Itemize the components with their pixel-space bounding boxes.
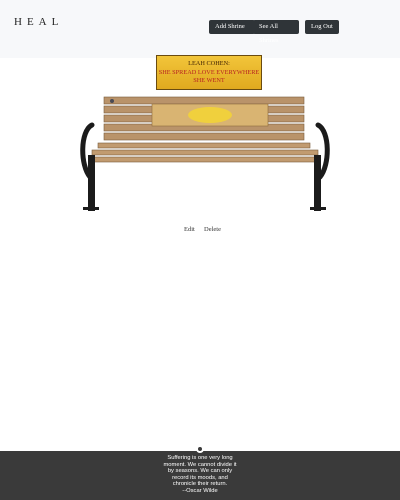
- quote-line: chronicle their return.: [172, 481, 228, 488]
- quote-line: by seasons. We can only: [167, 468, 233, 475]
- quote-text: Suffering is one very long moment. We ca…: [160, 455, 240, 495]
- header: HEAL Add Shrine See All Shrines Log Out: [0, 0, 400, 58]
- bench-image: [80, 95, 330, 215]
- quote-line: --Oscar Wilde: [182, 487, 218, 494]
- edit-link[interactable]: Edit: [184, 226, 195, 233]
- plaque-name: LEAH COHEN:: [188, 60, 230, 67]
- quote-line: record its moods, and: [172, 474, 228, 481]
- quote-line: moment. We cannot divide it: [163, 461, 237, 468]
- delete-link[interactable]: Delete: [204, 226, 221, 233]
- add-shrine-button[interactable]: Add Shrine: [209, 20, 255, 34]
- shrine-plaque: LEAH COHEN: SHE SPREAD LOVE EVERYWHERE S…: [156, 55, 262, 90]
- quote-line: Suffering is one very long: [167, 455, 233, 461]
- circle-icon: [196, 445, 204, 453]
- logo[interactable]: HEAL: [14, 16, 63, 28]
- bench-illustration: [80, 96, 330, 211]
- footer: Suffering is one very long moment. We ca…: [0, 445, 400, 500]
- see-all-shrines-button[interactable]: See All Shrines: [253, 20, 299, 44]
- plaque-message: SHE SPREAD LOVE EVERYWHERE SHE WENT: [158, 69, 260, 84]
- log-out-button[interactable]: Log Out: [305, 20, 339, 34]
